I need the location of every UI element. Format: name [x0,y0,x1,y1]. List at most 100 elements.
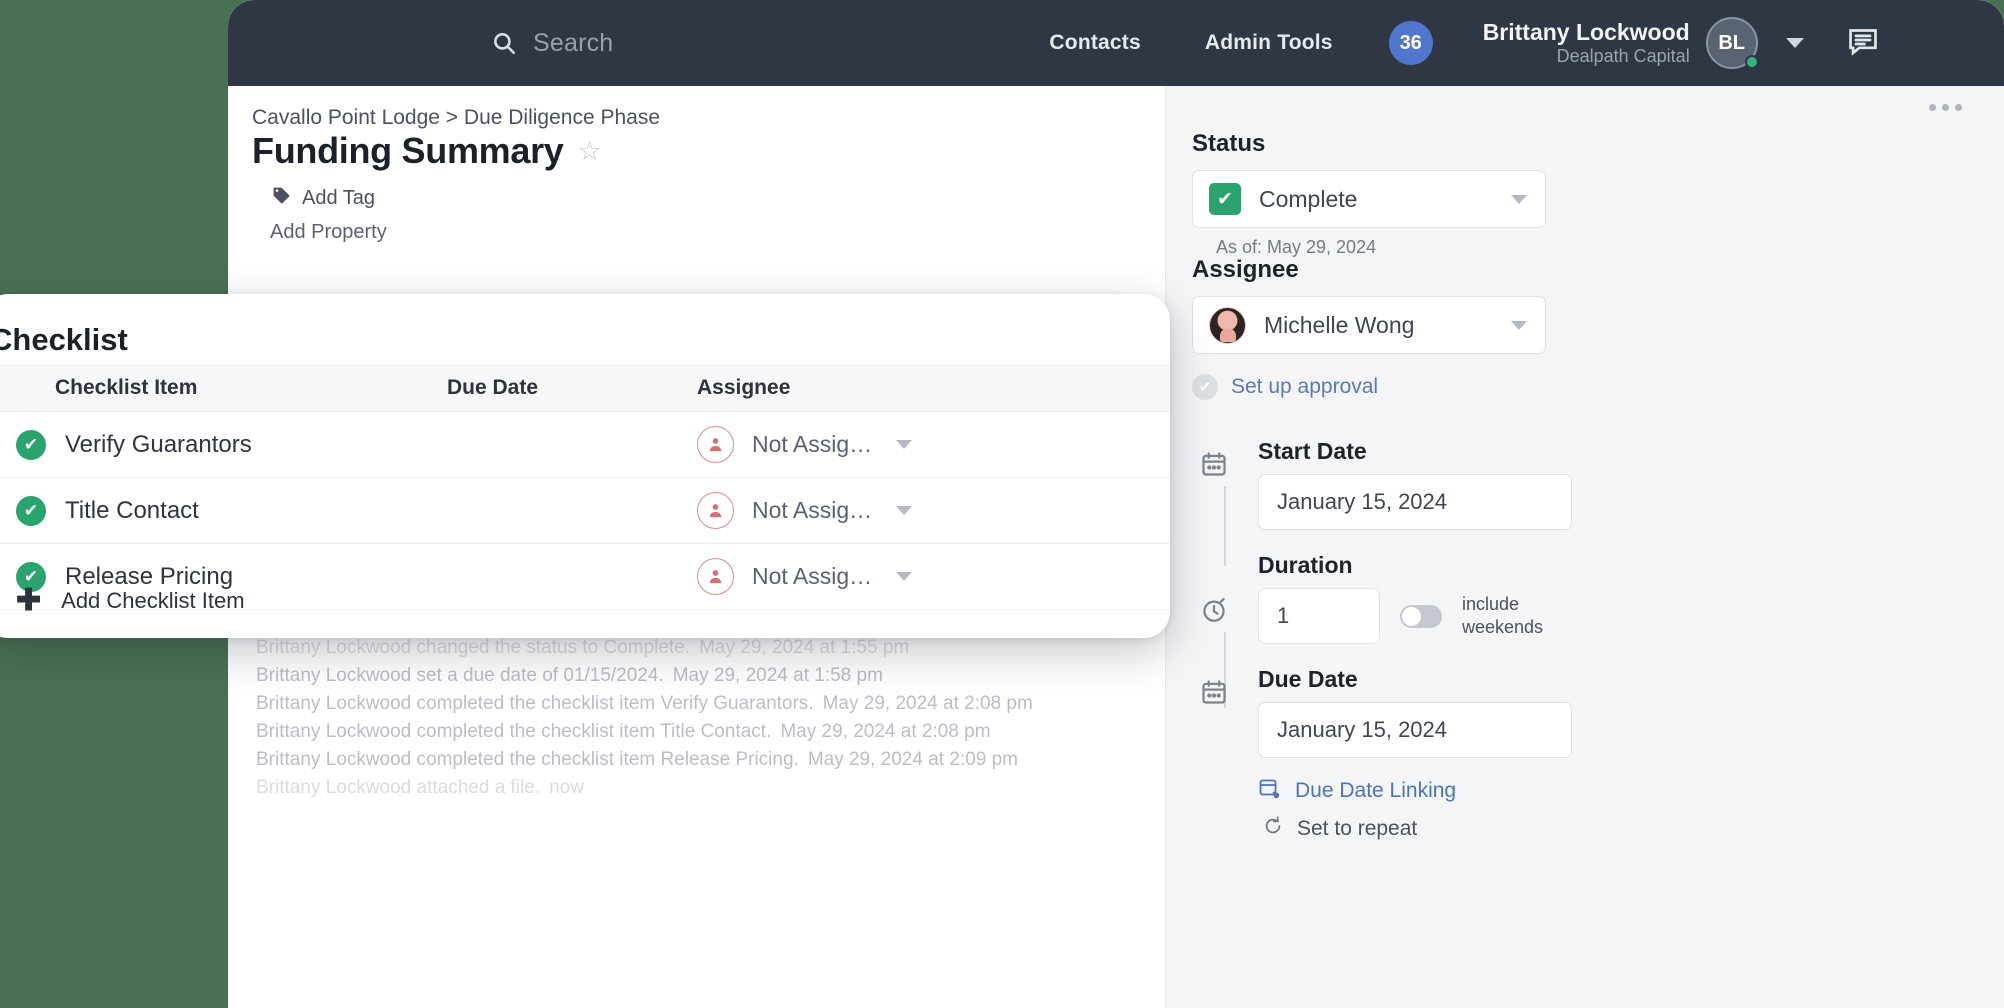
table-row[interactable]: ✔ Verify Guarantors Not Assig… [0,412,1170,478]
set-up-approval-button[interactable]: ✔ Set up approval [1192,374,1378,400]
chevron-down-icon[interactable] [896,572,913,581]
activity-log-entry: Brittany Lockwood attached a file. now [256,774,1156,802]
unassigned-user-icon [697,558,734,595]
due-date-body: Due Date January 15, 2024 Due Date Linki… [1258,666,1572,842]
duration-label: Duration [1258,552,1353,578]
user-name: Brittany Lockwood [1482,19,1690,45]
checklist-item-cell: ✔ Verify Guarantors [0,429,447,460]
more-options-icon[interactable] [1929,104,1962,111]
activity-text: Brittany Lockwood attached a file. [256,777,541,798]
activity-text: Brittany Lockwood completed the checklis… [256,693,814,714]
add-property-button[interactable]: Add Property [270,221,387,244]
checklist-panel: Checklist Checklist Item Due Date Assign… [0,294,1170,638]
plus-icon: ✚ [16,584,42,617]
activity-log-entry: Brittany Lockwood completed the checklis… [256,690,1156,718]
activity-time: May 29, 2024 at 2:09 pm [807,749,1018,770]
calendar-link-icon [1258,776,1282,805]
activity-time: May 29, 2024 at 1:55 pm [699,637,910,658]
add-tag-label: Add Tag [302,187,376,209]
user-organization: Dealpath Capital [1556,46,1690,67]
user-info: Brittany Lockwood Dealpath Capital [1483,18,1690,68]
status-section: Status ✔ Complete As of: May 29, 2024 [1192,130,1546,258]
unassigned-user-icon [697,426,734,463]
due-date-linking-button[interactable]: Due Date Linking [1258,776,1572,805]
activity-time: May 29, 2024 at 2:08 pm [780,721,991,742]
assignee-value: Michelle Wong [1264,311,1415,338]
checklist-assignee-value: Not Assig… [752,563,873,589]
nav-links: Contacts Admin Tools [1049,31,1332,55]
presence-dot-icon [1744,55,1759,69]
start-date-label: Start Date [1258,438,1367,464]
check-circle-icon[interactable]: ✔ [16,495,46,526]
assignee-label: Assignee [1192,256,1299,283]
set-to-repeat-label: Set to repeat [1297,816,1418,840]
timeline-gutter [1192,438,1258,566]
add-tag-button[interactable]: Add Tag [272,186,375,211]
table-row[interactable]: ✔ Title Contact Not Assig… [0,478,1170,544]
set-up-approval-label: Set up approval [1231,375,1379,398]
duration-input[interactable]: 1 [1258,588,1380,644]
start-date-input[interactable]: January 15, 2024 [1258,474,1572,530]
chevron-down-icon [1511,321,1527,330]
avatar[interactable]: BL [1705,17,1759,69]
status-label: Status [1192,130,1266,157]
top-navigation-bar: Search Contacts Admin Tools 36 Brittany … [228,0,2004,86]
start-date-row: Start Date January 15, 2024 [1192,438,1572,566]
status-value: Complete [1259,185,1358,212]
duration-clock-icon [1200,596,1228,629]
tag-icon [272,186,291,211]
chevron-down-icon[interactable] [1785,38,1804,48]
unassigned-user-icon [697,492,734,529]
duration-controls: 1 include weekends [1258,588,1572,644]
checklist-assignee-cell[interactable]: Not Assig… [697,492,997,529]
assignee-dropdown[interactable]: Michelle Wong [1192,296,1546,354]
check-circle-icon: ✔ [1192,374,1218,400]
checklist-assignee-cell[interactable]: Not Assig… [697,426,997,463]
activity-log: Brittany Lockwood changed the status to … [256,634,1156,802]
calendar-icon [1200,450,1228,483]
messages-icon[interactable] [1846,24,1880,63]
duration-body: Duration 1 include weekends [1258,552,1572,644]
page-title: Funding Summary [252,130,564,171]
nav-link-contacts[interactable]: Contacts [1049,31,1140,55]
chevron-down-icon[interactable] [896,440,913,449]
repeat-icon [1262,815,1284,842]
chevron-down-icon[interactable] [896,506,913,515]
activity-log-entry: Brittany Lockwood completed the checklis… [256,746,1156,774]
assignee-avatar [1209,306,1246,344]
include-weekends-label-line2: weekends [1462,617,1544,637]
column-header-checklist-item: Checklist Item [55,375,198,399]
checklist-table: Checklist Item Due Date Assignee ✔ Verif… [0,364,1170,610]
column-header-assignee: Assignee [697,375,791,399]
add-checklist-item-label: Add Checklist Item [61,588,245,613]
breadcrumb[interactable]: Cavallo Point Lodge > Due Diligence Phas… [252,106,660,130]
include-weekends-label-line1: include [1462,593,1520,614]
checklist-item-name: Title Contact [65,496,199,524]
user-menu[interactable]: Brittany Lockwood Dealpath Capital BL [1483,17,1804,69]
duration-row: Duration 1 include weekends [1192,552,1572,708]
activity-text: Brittany Lockwood completed the checklis… [256,749,799,770]
checklist-assignee-cell[interactable]: Not Assig… [697,558,997,595]
checklist-assignee-value: Not Assig… [752,431,873,457]
start-date-body: Start Date January 15, 2024 [1258,438,1572,530]
search-input[interactable]: Search [491,29,613,58]
star-icon[interactable]: ☆ [578,137,602,165]
set-to-repeat-button[interactable]: Set to repeat [1262,815,1572,842]
include-weekends-toggle[interactable] [1400,604,1442,628]
details-sidebar: Status ✔ Complete As of: May 29, 2024 As… [1165,86,2004,1008]
timeline-gutter [1192,666,1258,842]
due-date-input[interactable]: January 15, 2024 [1258,702,1572,758]
add-checklist-item-button[interactable]: ✚ Add Checklist Item [16,586,245,616]
column-header-due-date: Due Date [447,375,539,399]
due-date-linking-label: Due Date Linking [1295,778,1457,802]
activity-time: now [549,777,584,798]
nav-link-admin-tools[interactable]: Admin Tools [1205,31,1333,55]
chevron-down-icon [1511,195,1527,204]
check-circle-icon[interactable]: ✔ [16,429,46,460]
search-placeholder-text: Search [533,28,614,57]
timeline-gutter [1192,552,1258,708]
notification-badge[interactable]: 36 [1388,21,1433,65]
status-dropdown[interactable]: ✔ Complete [1192,170,1546,228]
checklist-item-name: Verify Guarantors [65,430,252,458]
activity-log-entry: Brittany Lockwood completed the checklis… [256,718,1156,746]
